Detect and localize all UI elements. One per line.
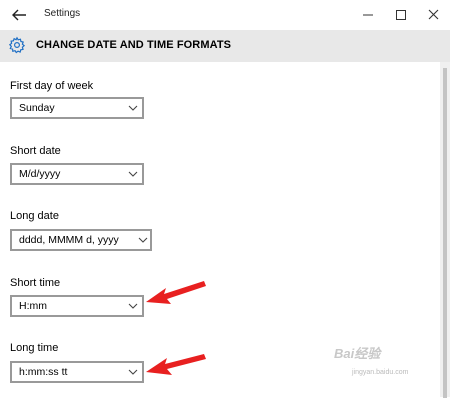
long-date-label: Long date: [10, 210, 59, 222]
chevron-down-icon: [128, 171, 138, 177]
first-day-value: Sunday: [19, 102, 55, 114]
annotation-arrow: [146, 354, 206, 375]
short-time-value: H:mm: [19, 300, 47, 312]
watermark-url: jingyan.baidu.com: [352, 369, 409, 376]
scrollbar-thumb[interactable]: [443, 68, 447, 398]
long-time-value: h:mm:ss tt: [19, 366, 68, 378]
title-bar: Settings: [0, 0, 450, 30]
chevron-down-icon: [128, 303, 138, 309]
watermark: Bai经验: [334, 346, 381, 361]
gear-icon: [8, 36, 26, 54]
short-date-dropdown[interactable]: M/d/yyyy: [10, 163, 144, 185]
page-header: CHANGE DATE AND TIME FORMATS: [0, 30, 450, 62]
first-day-label: First day of week: [10, 80, 94, 92]
minimize-icon[interactable]: [358, 6, 378, 24]
close-icon[interactable]: [424, 6, 444, 24]
long-time-label: Long time: [10, 342, 59, 354]
page-title: CHANGE DATE AND TIME FORMATS: [36, 39, 232, 51]
long-date-value: dddd, MMMM d, yyyy: [19, 234, 119, 246]
long-date-dropdown[interactable]: dddd, MMMM d, yyyy: [10, 229, 152, 251]
vertical-scrollbar[interactable]: [440, 62, 450, 398]
short-time-label: Short time: [10, 277, 61, 289]
chevron-down-icon: [128, 369, 138, 375]
window-title: Settings: [44, 8, 81, 19]
short-date-label: Short date: [10, 145, 61, 157]
maximize-icon[interactable]: [391, 6, 411, 24]
annotation-arrow: [146, 281, 206, 304]
short-time-dropdown[interactable]: H:mm: [10, 295, 144, 317]
long-time-dropdown[interactable]: h:mm:ss tt: [10, 361, 144, 383]
chevron-down-icon: [138, 237, 148, 243]
first-day-dropdown[interactable]: Sunday: [10, 97, 144, 119]
short-date-value: M/d/yyyy: [19, 168, 61, 180]
chevron-down-icon: [128, 105, 138, 111]
back-arrow-icon[interactable]: [10, 7, 28, 23]
